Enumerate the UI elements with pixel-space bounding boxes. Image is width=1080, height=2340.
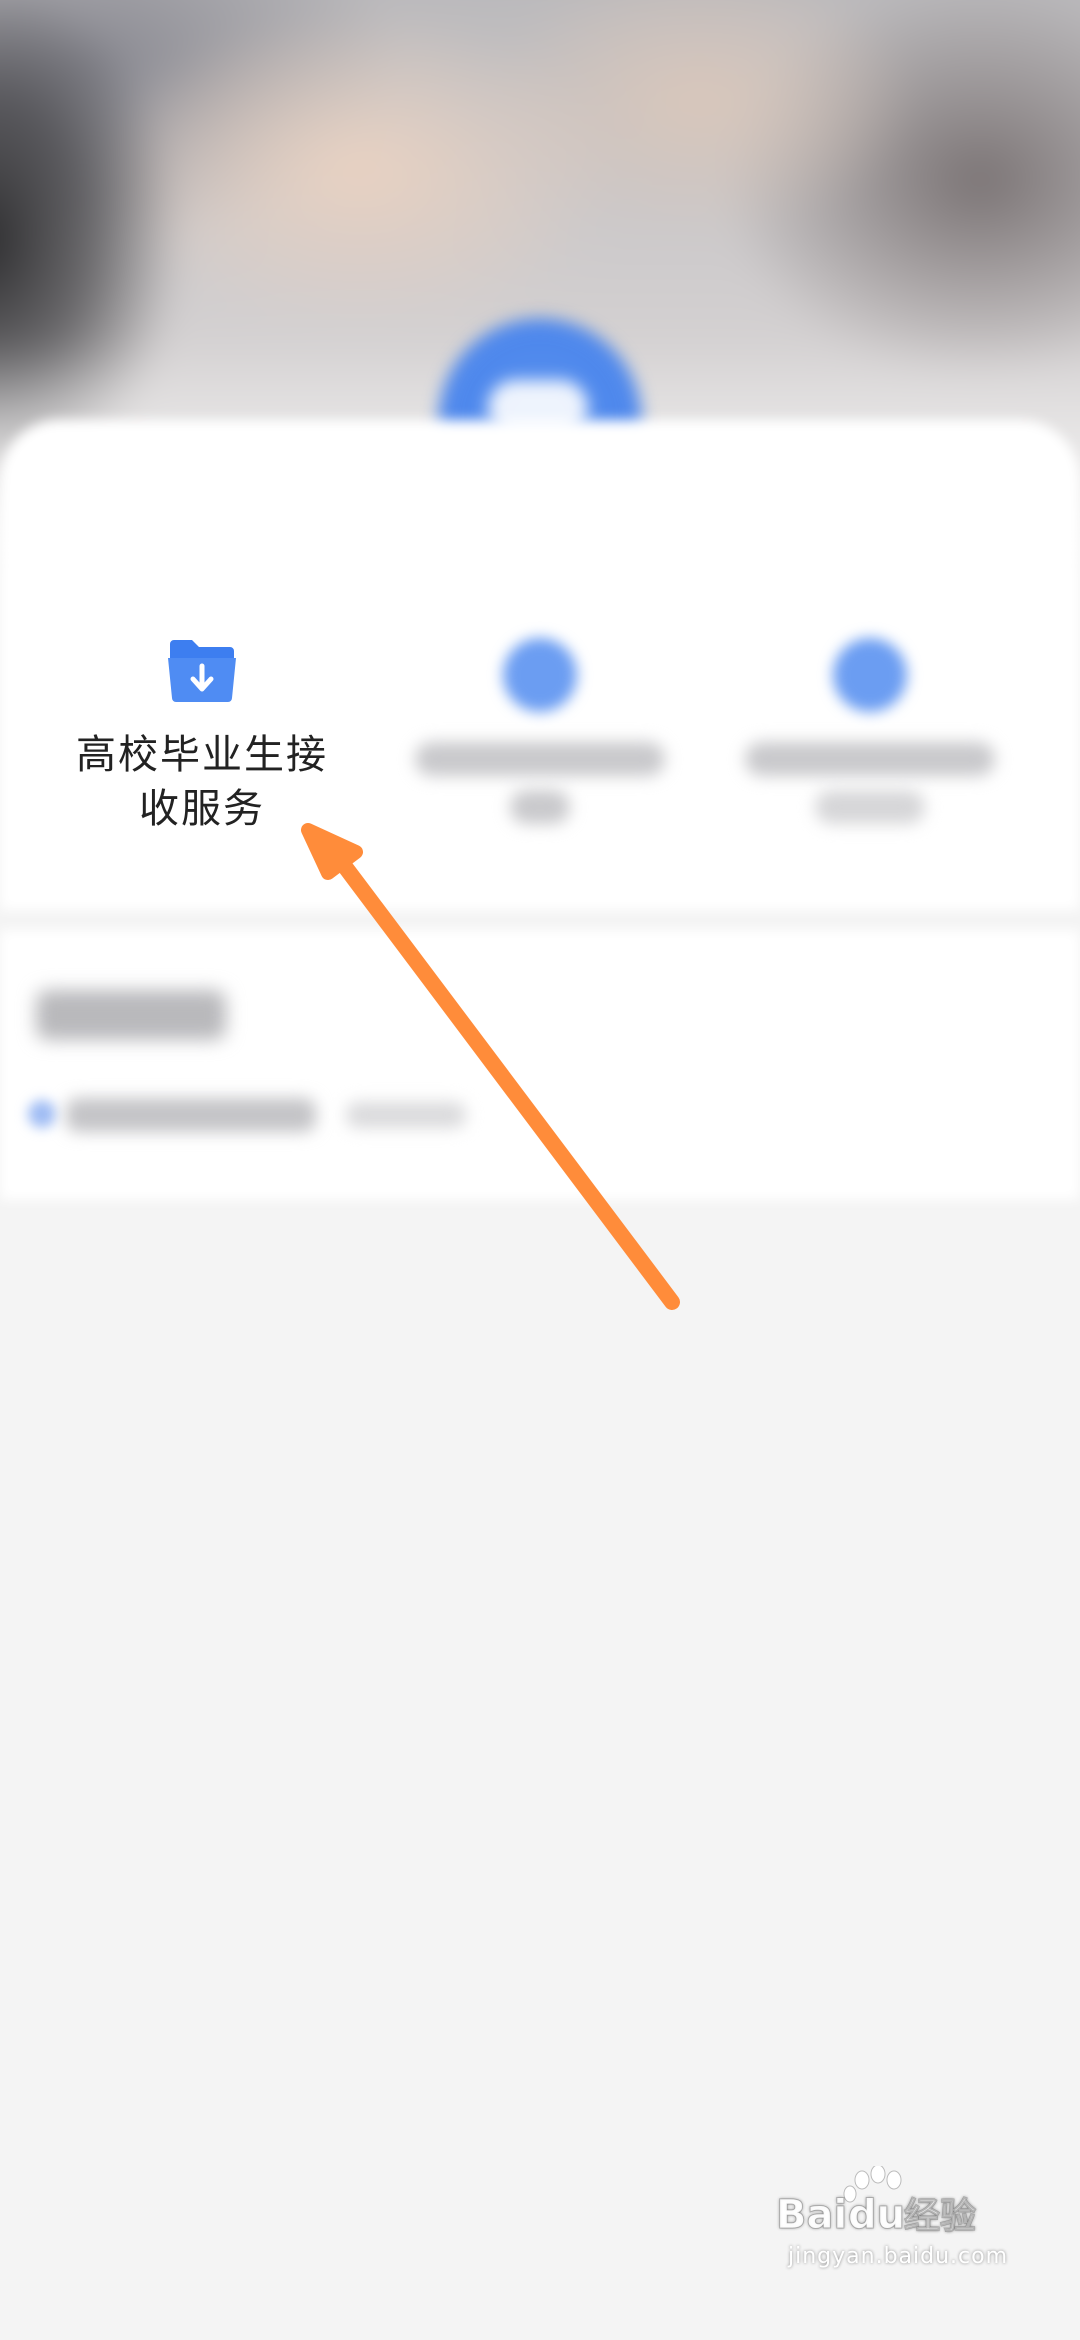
service-label-placeholder <box>815 790 925 824</box>
service-label-placeholder <box>415 742 665 776</box>
svg-text:du: du <box>848 2192 905 2238</box>
baidu-logo-icon: Bai du 经验 <box>776 2166 977 2239</box>
service-icon <box>833 638 907 712</box>
list-item-meta-placeholder <box>346 1102 466 1128</box>
info-section <box>0 930 1080 1200</box>
service-label-placeholder <box>510 790 570 824</box>
list-item-placeholder[interactable] <box>66 1098 316 1132</box>
service-tile-label: 高校毕业生接 收服务 <box>76 732 328 832</box>
svg-text:经验: 经验 <box>904 2196 976 2237</box>
section-title-placeholder <box>36 990 226 1040</box>
service-label-placeholder <box>745 742 995 776</box>
svg-text:Bai: Bai <box>776 2192 847 2238</box>
service-tile-graduate-receive[interactable]: 高校毕业生接 收服务 <box>52 630 352 850</box>
service-tile-3[interactable] <box>720 630 1020 850</box>
service-icon <box>503 638 577 712</box>
service-tile-2[interactable] <box>390 630 690 850</box>
folder-download-icon <box>168 640 236 702</box>
list-item-icon <box>28 1100 56 1128</box>
watermark-url: jingyan.baidu.com <box>788 2244 1009 2269</box>
screen: 高校毕业生接 收服务 Bai du 经验 jingyan.baidu.com <box>0 0 1080 2340</box>
baidu-jingyan-watermark: Bai du 经验 jingyan.baidu.com <box>774 2166 1024 2276</box>
